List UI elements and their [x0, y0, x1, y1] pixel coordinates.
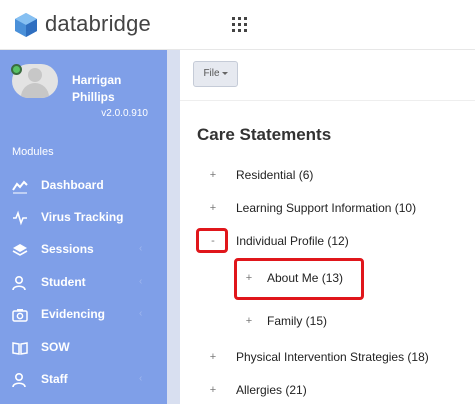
tree-item-physical-intervention[interactable]: + Physical Intervention Strategies (18) [205, 347, 470, 367]
about-me-highlight-box [234, 258, 364, 300]
file-menu-button[interactable]: File [193, 61, 238, 87]
expand-icon[interactable]: + [205, 200, 221, 216]
chevron-left-icon: ‹ [139, 373, 143, 384]
user-name: Harrigan Phillips [72, 73, 122, 104]
toolbar-divider [180, 100, 475, 101]
sidebar-item-label: Sessions [41, 242, 94, 256]
sidebar-item-label: Evidencing [41, 307, 106, 321]
expand-icon[interactable]: + [205, 167, 221, 183]
sidebar-item-label: SOW [41, 340, 70, 354]
tree-item-individual-profile[interactable]: - Individual Profile (12) [205, 231, 465, 251]
sidebar-item-virus-tracking[interactable]: Virus Tracking [0, 205, 167, 231]
file-button-label: File [203, 68, 220, 79]
tree-item-label[interactable]: Physical Intervention Strategies (18) [236, 350, 429, 364]
sidebar-item-sow[interactable]: SOW [0, 335, 167, 361]
chevron-left-icon: ‹ [139, 243, 143, 254]
chart-line-icon [12, 180, 28, 194]
layers-icon [12, 244, 28, 256]
tree-item-label[interactable]: Learning Support Information (10) [236, 201, 416, 215]
tree-item-label[interactable]: Allergies (21) [236, 383, 307, 397]
tree-item-label[interactable]: Individual Profile (12) [236, 234, 349, 248]
sidebar-item-staff[interactable]: Staff ‹ [0, 367, 167, 393]
hexagon-logo-icon [15, 13, 37, 37]
camera-icon [12, 309, 28, 322]
expand-icon[interactable]: + [241, 313, 257, 329]
sidebar-item-label: Student [41, 275, 86, 289]
sidebar-item-label: Dashboard [41, 178, 104, 192]
page-title: Care Statements [197, 125, 332, 144]
online-status-icon [11, 64, 22, 75]
tree-item-residential[interactable]: + Residential (6) [205, 165, 465, 185]
tree-item-allergies[interactable]: + Allergies (21) [205, 380, 405, 400]
expand-icon[interactable]: + [205, 349, 221, 365]
chevron-left-icon: ‹ [139, 276, 143, 287]
tree-item-learning-support[interactable]: + Learning Support Information (10) [205, 198, 465, 218]
sidebar-scroll-rail[interactable] [167, 50, 180, 404]
sidebar-item-student[interactable]: Student ‹ [0, 270, 167, 296]
collapse-highlight-box [196, 228, 228, 253]
tree-item-label[interactable]: Family (15) [267, 314, 327, 328]
sidebar-item-label: Virus Tracking [41, 210, 124, 224]
version-label: v2.0.0.910 [101, 108, 148, 119]
user-icon [12, 275, 26, 291]
pulse-icon [13, 210, 27, 226]
brand-name: databridge [45, 11, 151, 36]
sidebar-item-dashboard[interactable]: Dashboard [0, 173, 167, 199]
user-icon [12, 372, 26, 388]
tree-item-family[interactable]: + Family (15) [241, 311, 441, 331]
grid-icon[interactable] [232, 17, 248, 33]
expand-icon[interactable]: + [205, 382, 221, 398]
modules-heading: Modules [12, 146, 54, 158]
book-icon [12, 342, 28, 355]
top-header: databridge [0, 0, 475, 50]
chevron-left-icon: ‹ [139, 308, 143, 319]
sidebar-item-evidencing[interactable]: Evidencing ‹ [0, 302, 167, 328]
sidebar-item-label: Staff [41, 372, 68, 386]
tree-item-label[interactable]: Residential (6) [236, 168, 313, 182]
sidebar-item-sessions[interactable]: Sessions ‹ [0, 237, 167, 263]
caret-down-icon [221, 71, 228, 75]
